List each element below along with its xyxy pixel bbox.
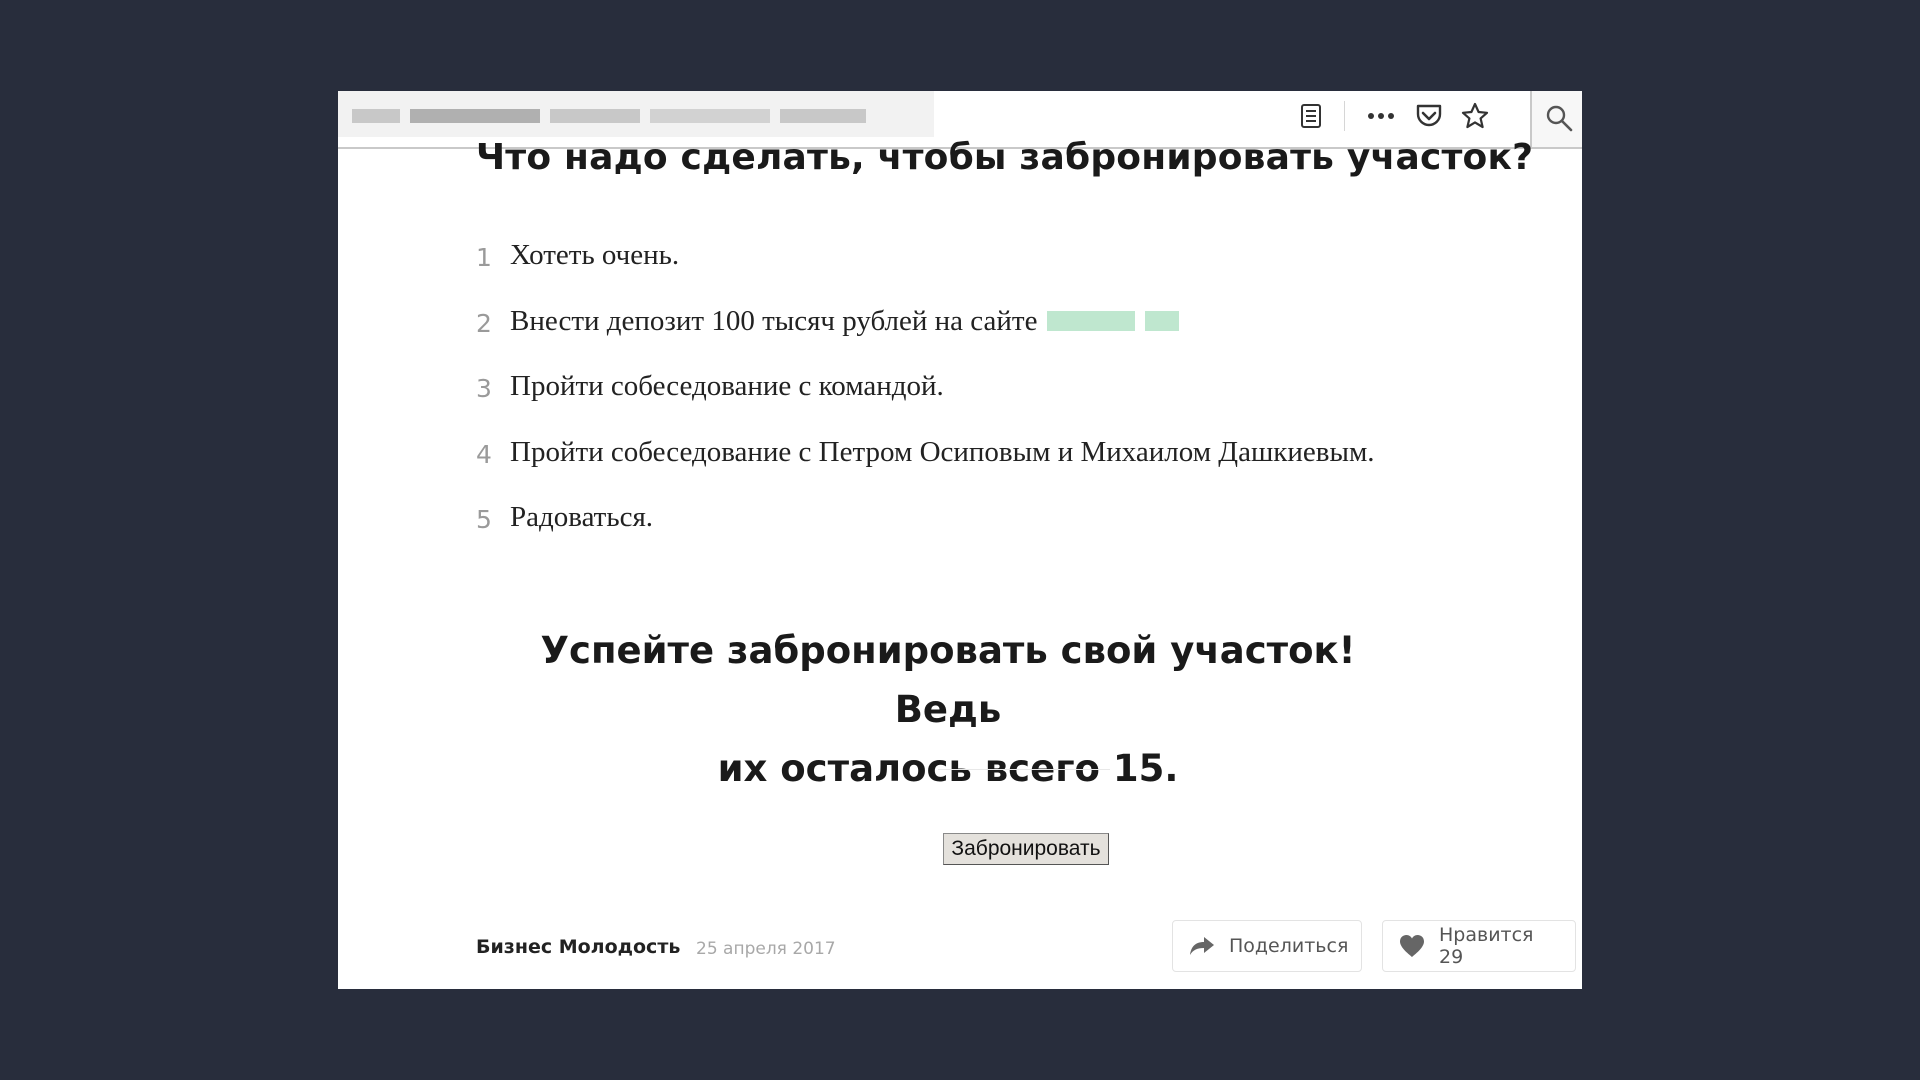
section-heading: Что надо сделать, чтобы забронировать уч… — [476, 137, 1534, 178]
share-label: Поделиться — [1229, 935, 1349, 957]
cta-line-1: Успейте забронировать свой участок! Ведь — [540, 629, 1356, 731]
step-text: Хотеть очень. — [510, 239, 680, 271]
more-icon[interactable] — [1366, 101, 1396, 131]
search-box[interactable] — [1530, 91, 1582, 147]
book-button[interactable]: Забронировать — [943, 833, 1109, 865]
bookmark-star-icon[interactable] — [1460, 101, 1490, 131]
url-blur — [550, 109, 640, 123]
divider — [938, 769, 1110, 770]
list-item: 5 Радоваться. — [476, 501, 1375, 567]
share-arrow-icon — [1189, 935, 1215, 957]
list-item: 3 Пройти собеседование с командой. — [476, 370, 1375, 436]
list-item: 4 Пройти собеседование с Петром Осиповым… — [476, 436, 1375, 502]
step-text: Пройти собеседование с Петром Осиповым и… — [510, 435, 1375, 468]
heart-icon — [1399, 934, 1425, 958]
step-text-content: Внести депозит 100 тысяч рублей на сайте — [510, 304, 1038, 337]
step-text: Внести депозит 100 тысяч рублей на сайте — [510, 305, 1189, 340]
step-text: Пройти собеседование с командой. — [510, 370, 944, 402]
step-number: 3 — [476, 374, 492, 403]
search-icon[interactable] — [1544, 103, 1574, 133]
like-label: Нравится 29 — [1439, 924, 1534, 968]
url-blur — [410, 109, 540, 123]
toolbar-separator — [1344, 101, 1345, 131]
url-blur — [352, 109, 400, 123]
step-text: Радоваться. — [510, 501, 654, 533]
step-number: 5 — [476, 505, 492, 534]
pocket-icon[interactable] — [1414, 101, 1444, 131]
list-item: 2 Внести депозит 100 тысяч рублей на сай… — [476, 305, 1375, 371]
step-number: 1 — [476, 243, 492, 272]
author-name[interactable]: Бизнес Молодость — [476, 936, 680, 958]
url-blur — [650, 109, 770, 123]
url-blur — [780, 109, 866, 123]
publish-date: 25 апреля 2017 — [696, 939, 836, 959]
call-to-action: Успейте забронировать свой участок! Ведь… — [538, 621, 1358, 798]
url-bar[interactable] — [338, 91, 934, 137]
browser-window: Что надо сделать, чтобы забронировать уч… — [338, 91, 1582, 989]
step-number: 4 — [476, 439, 492, 469]
step-number: 2 — [476, 308, 492, 338]
steps-list: 1 Хотеть очень. 2 Внести депозит 100 тыс… — [476, 239, 1375, 567]
site-link[interactable] — [1047, 306, 1189, 339]
list-item: 1 Хотеть очень. — [476, 239, 1375, 305]
like-button[interactable]: Нравится 29 — [1382, 920, 1576, 972]
share-button[interactable]: Поделиться — [1172, 920, 1362, 972]
reader-view-icon[interactable] — [1296, 101, 1326, 131]
